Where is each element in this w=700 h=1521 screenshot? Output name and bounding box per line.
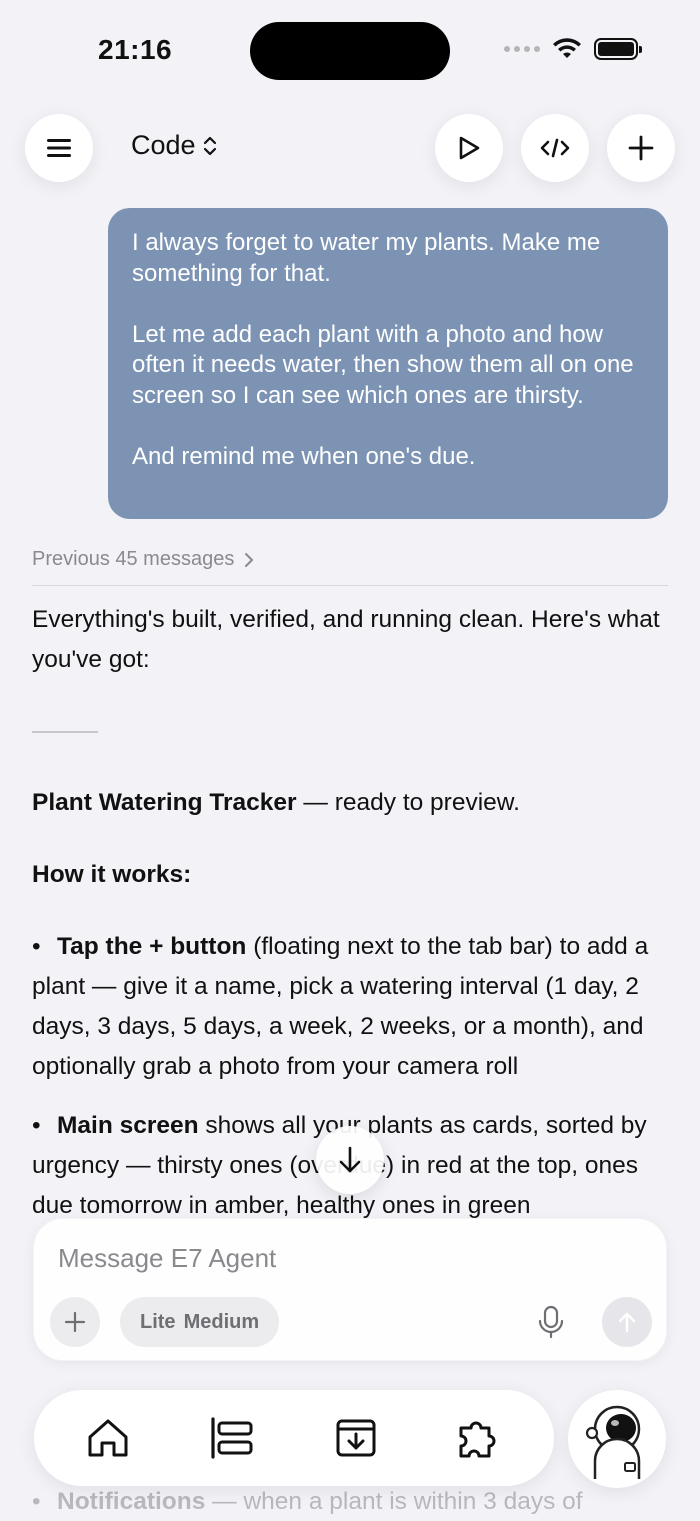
agent-avatar-button[interactable] (568, 1390, 666, 1488)
archive-download-icon (336, 1419, 376, 1457)
message-input[interactable] (58, 1243, 618, 1274)
battery-icon (594, 38, 642, 60)
astronaut-avatar-icon (585, 1405, 641, 1479)
status-time: 21:16 (98, 34, 173, 65)
chevron-right-icon (245, 552, 254, 567)
reply-bullet-faded: • Notifications — when a plant is within … (32, 1482, 672, 1521)
message-composer: Lite Medium (33, 1218, 667, 1361)
divider (32, 585, 668, 586)
previous-messages-link[interactable]: Previous 45 messages (32, 548, 254, 571)
new-chat-button[interactable] (607, 114, 675, 182)
attach-button[interactable] (50, 1297, 100, 1347)
scroll-to-bottom-button[interactable] (316, 1126, 384, 1194)
bullet-dot: • (32, 1112, 41, 1139)
menu-button[interactable] (25, 114, 93, 182)
home-icon (88, 1419, 128, 1457)
code-icon (540, 138, 570, 158)
horizontal-rule (32, 731, 98, 733)
bullet-dot: • (32, 933, 41, 960)
microphone-icon[interactable] (536, 1305, 566, 1339)
model-label-lite: Lite (140, 1310, 176, 1333)
cellular-signal-icon (504, 46, 540, 52)
bullet-bold: Notifications (57, 1488, 206, 1515)
how-it-works-heading: How it works: (32, 861, 192, 888)
user-message-bubble: I always forget to water my plants. Make… (108, 208, 668, 519)
reply-title-line: Plant Watering Tracker — ready to previe… (32, 783, 672, 823)
tab-projects[interactable] (208, 1414, 256, 1462)
user-message-paragraph: Let me add each plant with a photo and h… (132, 320, 634, 409)
tab-downloads[interactable] (332, 1414, 380, 1462)
plus-icon (64, 1311, 86, 1333)
model-label-medium: Medium (183, 1310, 260, 1333)
reply-title-bold: Plant Watering Tracker (32, 789, 297, 816)
chevron-up-down-icon (203, 136, 216, 155)
user-message-paragraph: I always forget to water my plants. Make… (132, 229, 601, 287)
reply-title-rest: — ready to preview. (296, 789, 520, 816)
run-button[interactable] (435, 114, 503, 182)
arrow-down-icon (339, 1146, 361, 1173)
previous-messages-label: Previous 45 messages (32, 548, 235, 570)
reply-bullet: • Tap the + button (floating next to the … (32, 927, 672, 1087)
hamburger-icon (47, 139, 71, 157)
align-left-icon (211, 1417, 253, 1459)
bottom-tab-bar (34, 1390, 554, 1486)
wifi-icon (553, 38, 581, 58)
bullet-bold: Main screen (57, 1112, 199, 1139)
assistant-reply-intro: Everything's built, verified, and runnin… (32, 606, 660, 673)
tab-home[interactable] (84, 1414, 132, 1462)
mode-label: Code (131, 130, 196, 160)
tab-extensions[interactable] (454, 1414, 502, 1462)
puzzle-icon (459, 1421, 496, 1458)
play-icon (459, 136, 480, 160)
plus-icon (628, 135, 654, 161)
send-button[interactable] (602, 1297, 652, 1347)
bullet-text: — when a plant is within 3 days of (205, 1488, 583, 1515)
mode-selector[interactable]: Code (131, 130, 218, 161)
bullet-dot: • (32, 1488, 41, 1515)
arrow-up-icon (618, 1312, 636, 1333)
bullet-bold: Tap the + button (57, 933, 247, 960)
user-message-paragraph: And remind me when one's due. (132, 442, 476, 470)
view-code-button[interactable] (521, 114, 589, 182)
dynamic-island (250, 22, 450, 80)
model-selector[interactable]: Lite Medium (120, 1297, 280, 1347)
